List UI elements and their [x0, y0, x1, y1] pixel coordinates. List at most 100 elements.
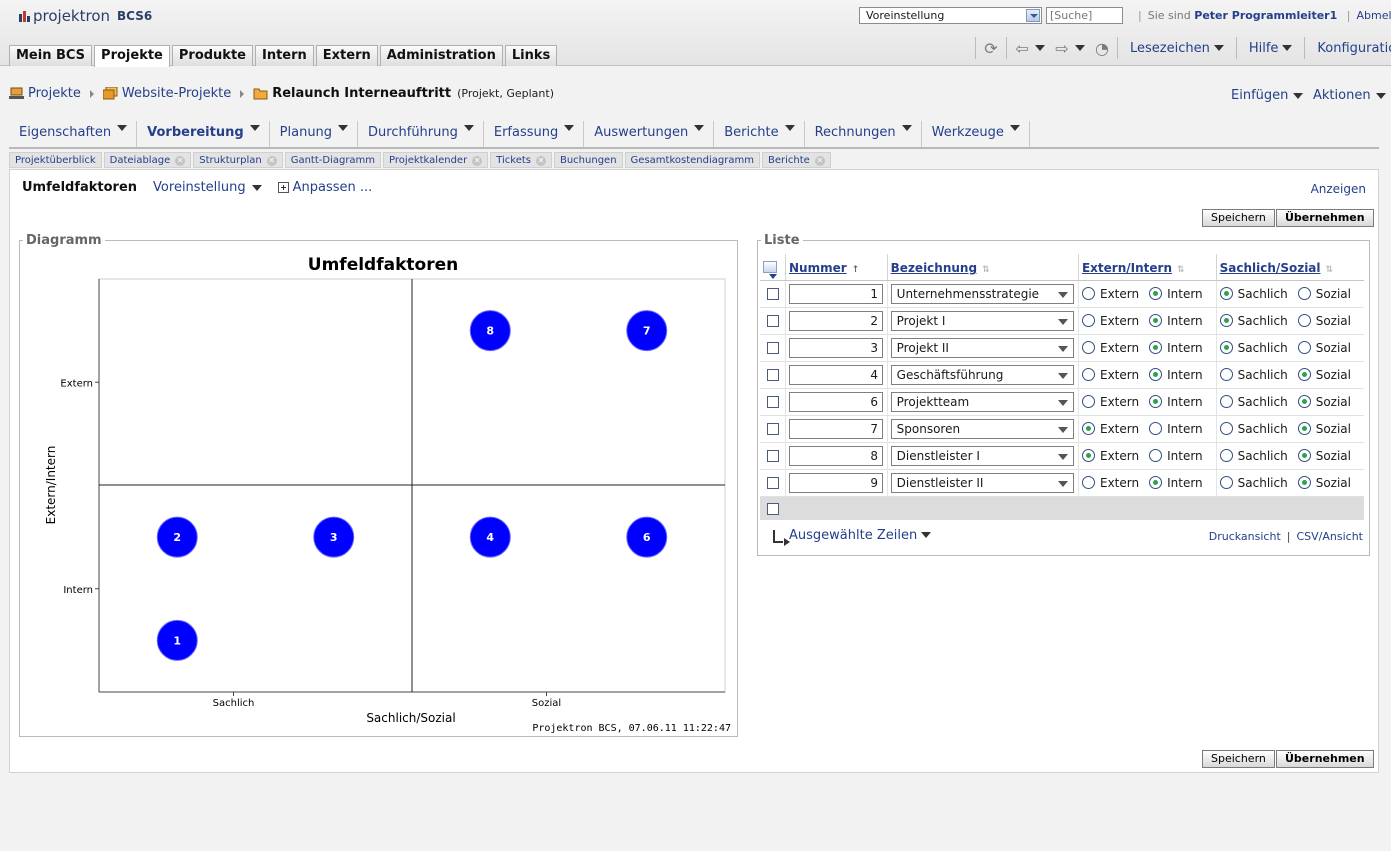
- radio-intern[interactable]: Intern: [1149, 314, 1203, 328]
- menu-werkzeuge[interactable]: Werkzeuge: [922, 121, 1030, 147]
- actions-menu[interactable]: Aktionen: [1313, 88, 1386, 103]
- radio-sachlich[interactable]: Sachlich: [1219, 368, 1288, 382]
- row-checkbox[interactable]: [766, 288, 779, 300]
- radio-intern[interactable]: Intern: [1149, 368, 1203, 382]
- nummer-input[interactable]: 8: [789, 445, 883, 466]
- menu-durchfuehrung[interactable]: Durchführung: [358, 121, 484, 147]
- row-checkbox[interactable]: [766, 315, 779, 327]
- forward-history-dropdown-icon[interactable]: [1075, 45, 1085, 51]
- close-icon[interactable]: ✕: [535, 155, 546, 166]
- radio-extern[interactable]: Extern: [1081, 314, 1139, 328]
- bezeichnung-select[interactable]: Projekt II: [890, 337, 1074, 358]
- nummer-input[interactable]: 2: [789, 310, 883, 331]
- customize-link[interactable]: Anpassen ...: [277, 180, 372, 195]
- close-icon[interactable]: ✕: [175, 155, 186, 166]
- bezeichnung-select[interactable]: Unternehmensstrategie: [890, 283, 1074, 304]
- radio-intern[interactable]: Intern: [1149, 287, 1203, 301]
- nummer-input[interactable]: 1: [789, 283, 883, 304]
- column-selector[interactable]: [760, 254, 786, 281]
- breadcrumb-website-projekte[interactable]: Website-Projekte: [122, 86, 231, 101]
- menu-erfassung[interactable]: Erfassung: [484, 121, 585, 147]
- radio-intern[interactable]: Intern: [1149, 476, 1203, 490]
- tab-produkte[interactable]: Produkte: [171, 45, 253, 66]
- radio-sachlich[interactable]: Sachlich: [1219, 422, 1288, 436]
- menu-lesezeichen[interactable]: Lesezeichen: [1122, 41, 1232, 56]
- tab-extern[interactable]: Extern: [315, 45, 378, 66]
- col-sachlich-sozial[interactable]: Sachlich/Sozial ⇅: [1215, 254, 1364, 281]
- bezeichnung-select[interactable]: Geschäftsführung: [890, 364, 1074, 385]
- radio-extern[interactable]: Extern: [1081, 395, 1139, 409]
- menu-planung[interactable]: Planung: [270, 121, 359, 147]
- subtab-projektueberblick[interactable]: Projektüberblick: [9, 152, 102, 168]
- tab-projekte[interactable]: Projekte: [94, 45, 170, 67]
- close-icon[interactable]: ✕: [266, 155, 277, 166]
- radio-extern[interactable]: Extern: [1081, 368, 1139, 382]
- menu-rechnungen[interactable]: Rechnungen: [805, 121, 922, 147]
- subtab-dateiablage[interactable]: Dateiablage ✕: [103, 152, 192, 168]
- subtab-strukturplan[interactable]: Strukturplan ✕: [193, 152, 283, 168]
- radio-sozial[interactable]: Sozial: [1297, 422, 1351, 436]
- csv-view-link[interactable]: CSV/Ansicht: [1296, 530, 1363, 543]
- radio-intern[interactable]: Intern: [1149, 449, 1203, 463]
- apply-button-top[interactable]: Übernehmen: [1276, 209, 1374, 227]
- nummer-input[interactable]: 9: [789, 472, 883, 493]
- menu-berichte[interactable]: Berichte: [714, 121, 805, 147]
- nummer-input[interactable]: 3: [789, 337, 883, 358]
- back-arrow-icon[interactable]: ⇦: [1011, 37, 1033, 59]
- row-checkbox[interactable]: [766, 396, 779, 408]
- radio-sozial[interactable]: Sozial: [1297, 287, 1351, 301]
- history-clock-icon[interactable]: ◔: [1091, 37, 1113, 59]
- nummer-input[interactable]: 4: [789, 364, 883, 385]
- global-preset-select[interactable]: Voreinstellung: [859, 7, 1042, 24]
- radio-sachlich[interactable]: Sachlich: [1219, 341, 1288, 355]
- radio-sozial[interactable]: Sozial: [1297, 395, 1351, 409]
- radio-extern[interactable]: Extern: [1081, 341, 1139, 355]
- col-extern-intern[interactable]: Extern/Intern ⇅: [1077, 254, 1217, 281]
- subtab-projektkalender[interactable]: Projektkalender ✕: [383, 152, 489, 168]
- bezeichnung-select[interactable]: Dienstleister I: [890, 445, 1074, 466]
- menu-eigenschaften[interactable]: Eigenschaften: [9, 121, 138, 147]
- radio-sachlich[interactable]: Sachlich: [1219, 314, 1288, 328]
- tab-mein-bcs[interactable]: Mein BCS: [9, 45, 93, 66]
- nummer-input[interactable]: 7: [789, 418, 883, 439]
- user-name[interactable]: Peter Programmleiter1: [1194, 9, 1337, 22]
- radio-sachlich[interactable]: Sachlich: [1219, 287, 1288, 301]
- tab-links[interactable]: Links: [504, 45, 558, 66]
- apply-button-bottom[interactable]: Übernehmen: [1276, 750, 1374, 768]
- bezeichnung-select[interactable]: Dienstleister II: [890, 472, 1074, 493]
- selected-rows-menu[interactable]: Ausgewählte Zeilen: [773, 528, 932, 546]
- row-checkbox[interactable]: [766, 342, 779, 354]
- tab-administration[interactable]: Administration: [379, 45, 503, 66]
- radio-sozial[interactable]: Sozial: [1297, 476, 1351, 490]
- search-input[interactable]: [1046, 7, 1123, 24]
- forward-arrow-icon[interactable]: ⇨: [1051, 37, 1073, 59]
- row-checkbox[interactable]: [766, 423, 779, 435]
- bezeichnung-select[interactable]: Projektteam: [890, 391, 1074, 412]
- radio-extern[interactable]: Extern: [1081, 449, 1139, 463]
- row-checkbox[interactable]: [766, 369, 779, 381]
- row-checkbox[interactable]: [766, 477, 779, 489]
- show-link[interactable]: Anzeigen: [1311, 182, 1366, 196]
- radio-intern[interactable]: Intern: [1149, 422, 1203, 436]
- insert-menu[interactable]: Einfügen: [1231, 88, 1304, 103]
- radio-extern[interactable]: Extern: [1081, 422, 1139, 436]
- subtab-buchungen[interactable]: Buchungen: [553, 152, 623, 168]
- subtab-tickets[interactable]: Tickets ✕: [490, 152, 552, 168]
- radio-intern[interactable]: Intern: [1149, 341, 1203, 355]
- print-view-link[interactable]: Druckansicht: [1209, 530, 1281, 543]
- menu-auswertungen[interactable]: Auswertungen: [584, 121, 715, 147]
- save-button-bottom[interactable]: Speichern: [1202, 750, 1275, 768]
- radio-sachlich[interactable]: Sachlich: [1219, 476, 1288, 490]
- save-button-top[interactable]: Speichern: [1202, 209, 1275, 227]
- row-checkbox[interactable]: [766, 450, 779, 462]
- bezeichnung-select[interactable]: Sponsoren: [890, 418, 1074, 439]
- menu-konfiguration[interactable]: Konfiguration: [1309, 41, 1391, 56]
- col-nummer[interactable]: Nummer ↑: [785, 254, 888, 281]
- radio-sozial[interactable]: Sozial: [1297, 449, 1351, 463]
- radio-sozial[interactable]: Sozial: [1297, 341, 1351, 355]
- logout-link[interactable]: Abmelden: [1356, 9, 1391, 22]
- radio-extern[interactable]: Extern: [1081, 476, 1139, 490]
- subtab-berichte[interactable]: Berichte ✕: [761, 152, 831, 168]
- close-icon[interactable]: ✕: [814, 155, 825, 166]
- bezeichnung-select[interactable]: Projekt I: [890, 310, 1074, 331]
